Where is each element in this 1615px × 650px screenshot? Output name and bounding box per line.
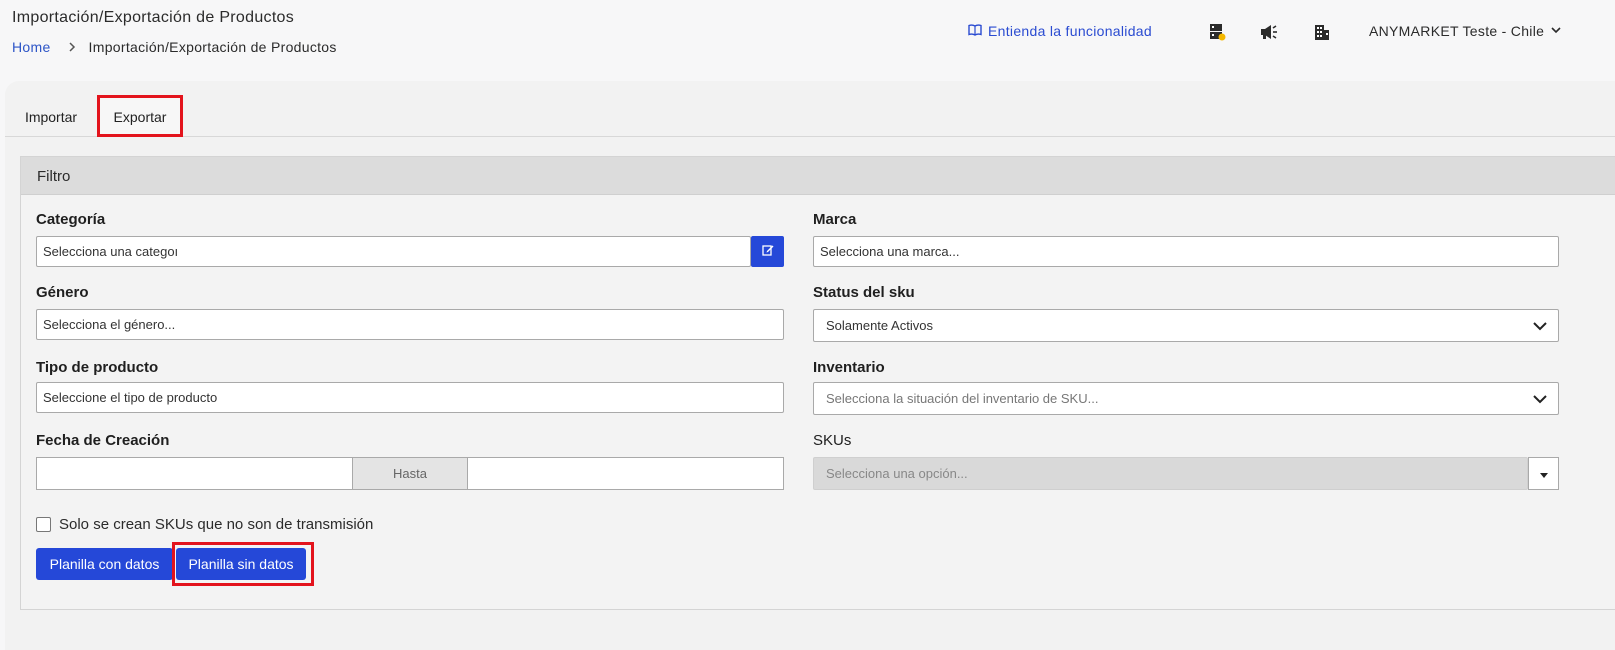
fecha-hasta-separator: Hasta <box>353 457 467 490</box>
chevron-down-icon <box>1532 391 1548 410</box>
help-link-label: Entienda la funcionalidad <box>988 23 1152 39</box>
chevron-right-icon <box>65 40 79 54</box>
tab-importar[interactable]: Importar <box>11 97 91 137</box>
planilla-con-datos-button[interactable]: Planilla con datos <box>36 548 173 580</box>
chevron-down-icon <box>1532 318 1548 337</box>
help-link[interactable]: Entienda la funcionalidad <box>968 23 1152 39</box>
page-title: Importación/Exportación de Productos <box>12 9 295 26</box>
tipo-producto-input[interactable]: Seleccione el tipo de producto <box>36 382 784 413</box>
inventario-label: Inventario <box>813 359 885 376</box>
breadcrumb-home-link[interactable]: Home <box>12 39 51 55</box>
categoria-edit-button[interactable] <box>751 236 784 267</box>
account-menu[interactable]: ANYMARKET Teste - Chile <box>1369 23 1562 39</box>
edit-icon <box>761 243 774 261</box>
fecha-hasta-input[interactable] <box>467 457 784 490</box>
account-name: ANYMARKET Teste - Chile <box>1369 23 1545 39</box>
filter-panel-title: Filtro <box>37 168 71 185</box>
filter-panel-header: Filtro <box>21 157 1615 195</box>
fecha-desde-input[interactable] <box>36 457 353 490</box>
server-alert-icon[interactable] <box>1207 22 1227 42</box>
genero-input[interactable]: Selecciona el género... <box>36 309 784 340</box>
no-transmission-checkbox-row[interactable]: Solo se crean SKUs que no son de transmi… <box>36 516 373 533</box>
megaphone-icon[interactable] <box>1259 22 1279 42</box>
no-transmission-checkbox-label: Solo se crean SKUs que no son de transmi… <box>59 516 374 533</box>
inventario-select[interactable]: Selecciona la situación del inventario d… <box>813 382 1559 415</box>
top-header: Importación/Exportación de Productos Hom… <box>0 0 1615 80</box>
building-icon[interactable] <box>1312 22 1332 42</box>
categoria-label: Categoría <box>36 211 106 228</box>
breadcrumb-current: Importación/Exportación de Productos <box>88 39 337 55</box>
chevron-down-icon <box>1544 23 1562 39</box>
skus-select[interactable]: Selecciona una opción... <box>813 457 1528 490</box>
inventario-placeholder: Selecciona la situación del inventario d… <box>826 391 1099 406</box>
skus-label: SKUs <box>813 432 852 449</box>
fecha-creacion-label: Fecha de Creación <box>36 432 170 449</box>
marca-input[interactable]: Selecciona una marca... <box>813 236 1559 267</box>
status-sku-select[interactable]: Solamente Activos <box>813 309 1559 342</box>
marca-label: Marca <box>813 211 857 228</box>
no-transmission-checkbox[interactable] <box>36 517 51 532</box>
genero-label: Género <box>36 284 89 301</box>
status-sku-label: Status del sku <box>813 284 915 301</box>
status-sku-value: Solamente Activos <box>826 318 933 333</box>
tab-bar: Importar Exportar <box>5 81 1615 137</box>
book-icon <box>968 23 988 39</box>
planilla-sin-datos-button[interactable]: Planilla sin datos <box>176 548 306 580</box>
tab-exportar[interactable]: Exportar <box>98 97 182 137</box>
categoria-input[interactable]: Selecciona una categoı <box>36 236 751 267</box>
skus-dropdown-button[interactable] <box>1528 457 1559 490</box>
breadcrumb: Home Importación/Exportación de Producto… <box>12 39 337 55</box>
tipo-producto-label: Tipo de producto <box>36 359 159 376</box>
caret-down-icon <box>1539 465 1548 483</box>
